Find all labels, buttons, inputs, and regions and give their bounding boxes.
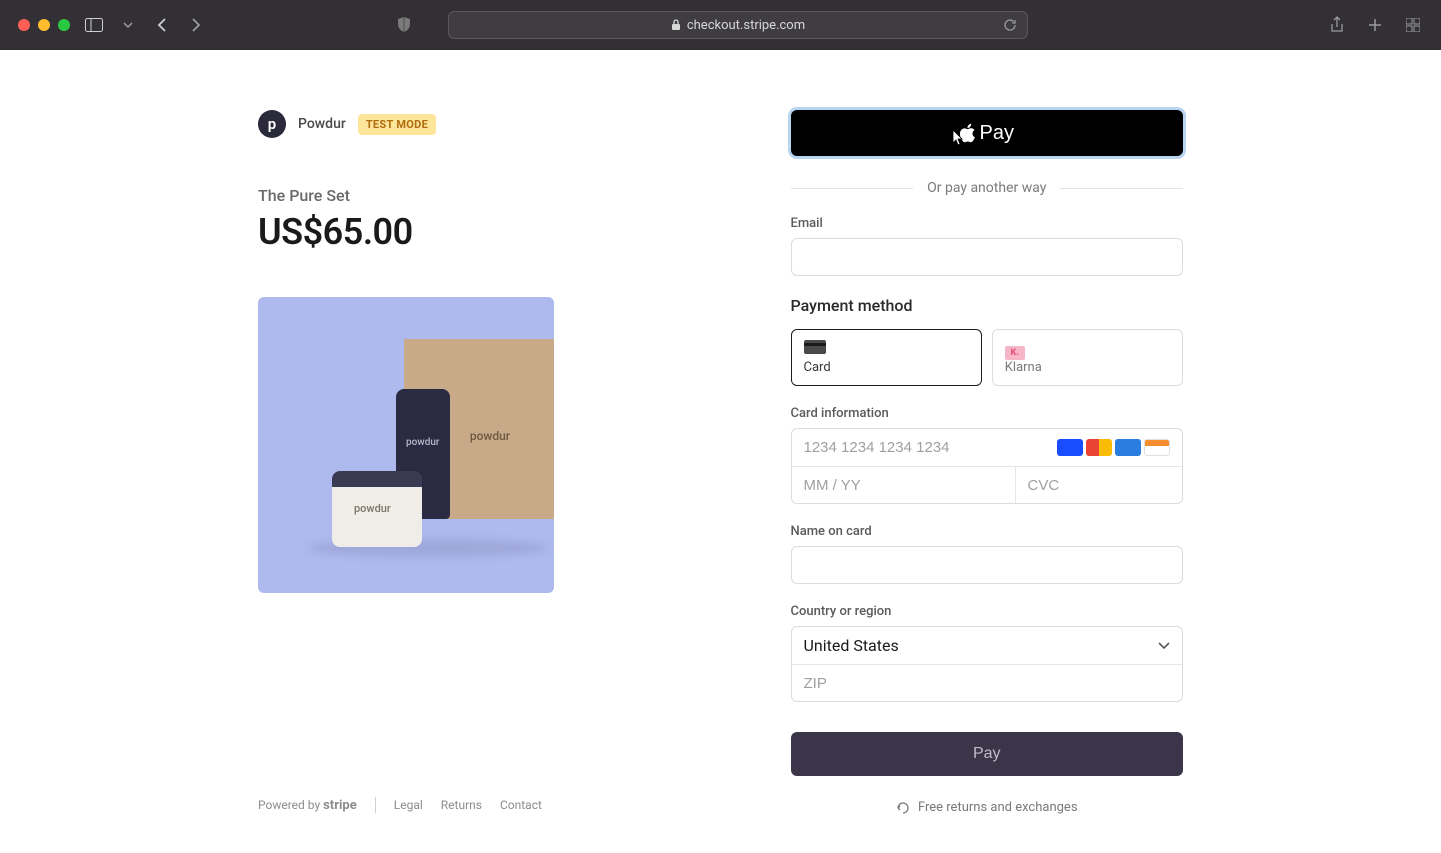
return-icon: [896, 801, 910, 815]
separator-text: Or pay another way: [791, 180, 1184, 196]
discover-icon: [1144, 439, 1170, 456]
test-mode-badge: TEST MODE: [358, 114, 436, 135]
mastercard-icon: [1086, 439, 1112, 456]
maximize-window-button[interactable]: [58, 19, 70, 31]
return-policy: Free returns and exchanges: [791, 800, 1184, 815]
product-image: powdur powdur powdur: [258, 297, 554, 593]
footer: Powered by stripe Legal Returns Contact: [258, 797, 631, 813]
apple-pay-label: Pay: [980, 122, 1014, 145]
close-window-button[interactable]: [18, 19, 30, 31]
chevron-down-icon[interactable]: [118, 15, 138, 35]
share-icon[interactable]: [1327, 15, 1347, 35]
amex-icon: [1115, 439, 1141, 456]
footer-link-contact[interactable]: Contact: [500, 798, 542, 812]
merchant-logo: p: [258, 110, 286, 138]
powered-by-text: Powered by stripe: [258, 798, 357, 813]
apple-pay-button[interactable]: Pay: [791, 110, 1184, 156]
name-on-card-label: Name on card: [791, 524, 1184, 539]
pay-button[interactable]: Pay: [791, 732, 1184, 776]
email-input[interactable]: [791, 238, 1184, 276]
payment-method-label: Payment method: [791, 296, 1184, 315]
payment-method-card[interactable]: Card: [791, 329, 982, 386]
refresh-icon[interactable]: [1003, 18, 1017, 32]
payment-form-panel: Pay Or pay another way Email Payment met…: [721, 50, 1441, 853]
card-expiry-input[interactable]: [792, 467, 1016, 503]
email-label: Email: [791, 216, 1184, 231]
card-brand-icons: [1057, 439, 1170, 456]
back-button[interactable]: [152, 15, 172, 35]
minimize-window-button[interactable]: [38, 19, 50, 31]
country-select[interactable]: United States: [792, 627, 1183, 665]
sidebar-icon[interactable]: [84, 15, 104, 35]
chevron-down-icon: [1158, 642, 1170, 650]
tabs-overview-icon[interactable]: [1403, 15, 1423, 35]
forward-button[interactable]: [186, 15, 206, 35]
footer-link-returns[interactable]: Returns: [441, 798, 482, 812]
zip-input[interactable]: [792, 665, 1183, 701]
lock-icon: [671, 19, 681, 31]
window-controls: [18, 19, 70, 31]
new-tab-icon[interactable]: [1365, 15, 1385, 35]
country-value: United States: [804, 636, 899, 655]
footer-link-legal[interactable]: Legal: [394, 798, 423, 812]
card-info-label: Card information: [791, 406, 1184, 421]
browser-chrome: checkout.stripe.com: [0, 0, 1441, 50]
name-on-card-input[interactable]: [791, 546, 1184, 584]
product-price: US$65.00: [258, 211, 631, 253]
product-name: The Pure Set: [258, 186, 631, 205]
visa-icon: [1057, 439, 1083, 456]
address-bar[interactable]: checkout.stripe.com: [448, 11, 1028, 39]
card-cvc-input[interactable]: [1016, 467, 1184, 503]
card-number-input[interactable]: [804, 439, 1058, 456]
klarna-icon: K.: [1005, 340, 1027, 354]
card-icon: [804, 340, 826, 354]
url-text: checkout.stripe.com: [687, 18, 805, 33]
payment-method-klarna[interactable]: K. Klarna: [992, 329, 1183, 386]
order-summary-panel: p Powdur TEST MODE The Pure Set US$65.00…: [0, 50, 721, 853]
country-label: Country or region: [791, 604, 1184, 619]
merchant-name: Powdur: [298, 116, 346, 132]
cursor-icon: [947, 128, 965, 150]
shield-icon[interactable]: [394, 15, 414, 35]
